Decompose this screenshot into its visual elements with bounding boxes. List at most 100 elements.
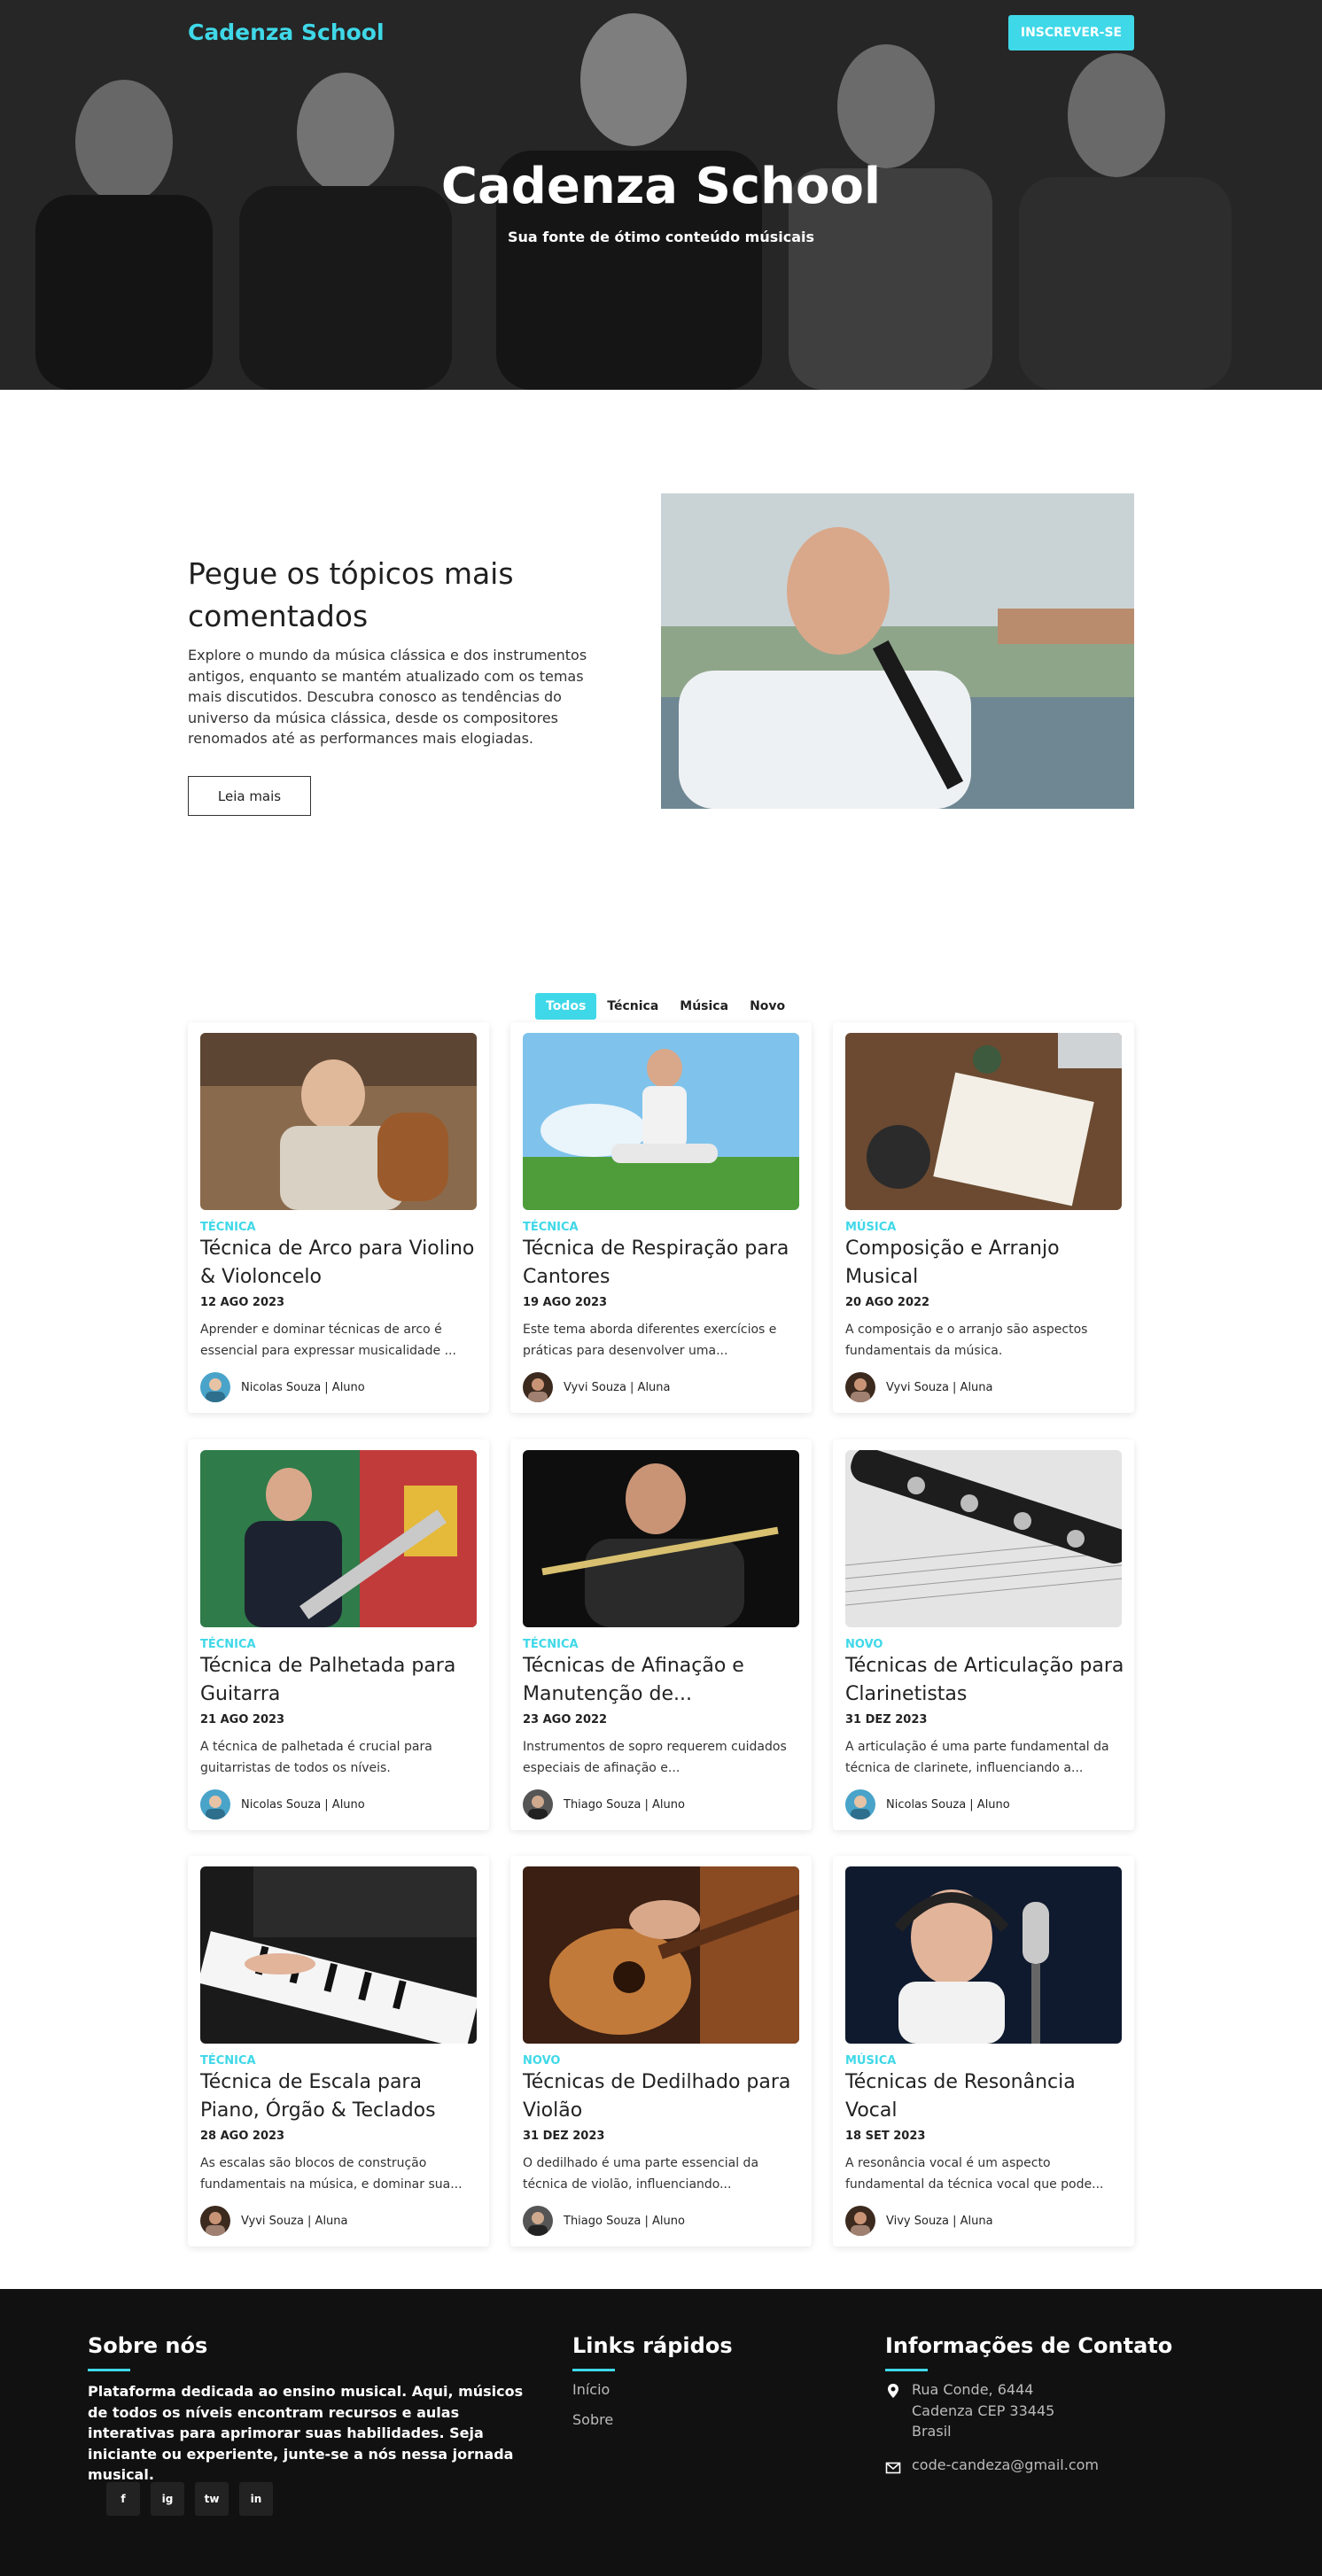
card-date: 31 DEZ 2023 [845, 1713, 928, 1726]
article-card[interactable]: MÚSICA Técnicas de Resonância Vocal 18 S… [833, 1856, 1134, 2246]
card-author: Nicolas Souza | Aluno [200, 1789, 365, 1819]
card-description: O dedilhado é uma parte essencial da téc… [523, 2156, 759, 2192]
card-title[interactable]: Técnicas de Dedilhado para Violão [523, 2068, 803, 2125]
card-category: NOVO [523, 2054, 561, 2068]
card-category: TÉCNICA [200, 1221, 256, 1234]
author-name: Vivy Souza | Aluna [886, 2214, 993, 2228]
card-title[interactable]: Técnicas de Afinação e Manutenção de... [523, 1652, 803, 1709]
article-card[interactable]: MÚSICA Composição e Arranjo Musical 20 A… [833, 1022, 1134, 1413]
flute-photo [523, 1450, 799, 1627]
author-name: Thiago Souza | Aluno [564, 2214, 685, 2228]
clarinet-player-photo [661, 493, 1134, 809]
composition-photo [845, 1033, 1122, 1210]
card-author: Vyvi Souza | Aluna [200, 2206, 348, 2236]
signup-button[interactable]: INSCREVER-SE [1008, 15, 1134, 50]
linkedin-icon[interactable]: in [239, 2482, 273, 2516]
clarinet-photo [845, 1450, 1122, 1627]
avatar [845, 1789, 875, 1819]
author-name: Vyvi Souza | Aluna [886, 1380, 993, 1394]
card-category: NOVO [845, 1638, 883, 1651]
social-links: f ig tw in [106, 2482, 273, 2516]
footer-divider [885, 2369, 928, 2371]
footer-address: Rua Conde, 6444 Cadenza CEP 33445 Brasil [912, 2379, 1054, 2442]
author-name: Nicolas Souza | Aluno [241, 1797, 365, 1812]
author-name: Nicolas Souza | Aluno [241, 1380, 365, 1394]
avatar [523, 2206, 553, 2236]
card-description: Este tema aborda diferentes exercícios e… [523, 1323, 777, 1358]
card-title[interactable]: Técnica de Escala para Piano, Órgão & Te… [200, 2068, 480, 2125]
card-description: As escalas são blocos de construção fund… [200, 2156, 463, 2192]
card-title[interactable]: Técnicas de Articulação para Clarinetist… [845, 1652, 1125, 1709]
facebook-icon[interactable]: f [106, 2482, 140, 2516]
card-title[interactable]: Composição e Arranjo Musical [845, 1235, 1125, 1292]
piano-photo [200, 1866, 477, 2044]
category-filters: Todos Técnica Música Novo [535, 993, 796, 1020]
card-title[interactable]: Técnica de Palhetada para Guitarra [200, 1652, 480, 1709]
card-date: 21 AGO 2023 [200, 1713, 285, 1726]
card-date: 19 AGO 2023 [523, 1296, 608, 1309]
footer-email[interactable]: code-candeza@gmail.com [912, 2456, 1099, 2473]
footer-about-title: Sobre nós [88, 2333, 208, 2358]
filter-tecnica[interactable]: Técnica [596, 993, 669, 1020]
hero-title: Cadenza School [440, 158, 882, 215]
author-name: Thiago Souza | Aluno [564, 1797, 685, 1812]
article-card[interactable]: NOVO Técnicas de Dedilhado para Violão 3… [510, 1856, 812, 2246]
feature-text: Explore o mundo da música clássica e dos… [188, 647, 587, 747]
card-title[interactable]: Técnica de Arco para Violino & Violoncel… [200, 1235, 480, 1292]
twitter-icon[interactable]: tw [195, 2482, 229, 2516]
footer: Sobre nós Plataforma dedicada ao ensino … [0, 2289, 1322, 2576]
filter-todos[interactable]: Todos [535, 993, 597, 1020]
card-date: 18 SET 2023 [845, 2130, 926, 2143]
address-line: Rua Conde, 6444 [912, 2381, 1034, 2398]
footer-link-inicio[interactable]: Início [572, 2381, 610, 2398]
article-card[interactable]: TÉCNICA Técnica de Palhetada para Guitar… [188, 1439, 489, 1830]
card-author: Vivy Souza | Aluna [845, 2206, 993, 2236]
singer-photo [845, 1866, 1122, 2044]
footer-links-title: Links rápidos [572, 2333, 733, 2358]
location-pin-icon [888, 2384, 898, 2398]
card-author: Vyvi Souza | Aluna [523, 1372, 671, 1402]
acoustic-guitar-photo [523, 1866, 799, 2044]
brand-logo[interactable]: Cadenza School [188, 19, 385, 45]
meditation-photo [523, 1033, 799, 1210]
card-description: Instrumentos de sopro requerem cuidados … [523, 1740, 787, 1775]
article-card[interactable]: TÉCNICA Técnica de Escala para Piano, Ór… [188, 1856, 489, 2246]
card-author: Nicolas Souza | Aluno [845, 1789, 1010, 1819]
author-name: Vyvi Souza | Aluna [241, 2214, 348, 2228]
avatar [523, 1789, 553, 1819]
card-description: A resonância vocal é um aspecto fundamen… [845, 2156, 1104, 2192]
read-more-button[interactable]: Leia mais [188, 776, 311, 816]
filter-musica[interactable]: Música [669, 993, 739, 1020]
card-description: A articulação é uma parte fundamental da… [845, 1740, 1109, 1775]
filter-novo[interactable]: Novo [739, 993, 796, 1020]
avatar [200, 1789, 230, 1819]
card-description: Aprender e dominar técnicas de arco é es… [200, 1323, 456, 1358]
footer-link-sobre[interactable]: Sobre [572, 2411, 613, 2428]
card-title[interactable]: Técnicas de Resonância Vocal [845, 2068, 1125, 2125]
card-author: Nicolas Souza | Aluno [200, 1372, 365, 1402]
card-author: Thiago Souza | Aluno [523, 2206, 685, 2236]
author-name: Nicolas Souza | Aluno [886, 1797, 1010, 1812]
avatar [523, 1372, 553, 1402]
card-category: TÉCNICA [523, 1638, 579, 1651]
avatar [845, 2206, 875, 2236]
article-card[interactable]: TÉCNICA Técnica de Respiração para Canto… [510, 1022, 812, 1413]
violin-photo [200, 1033, 477, 1210]
instagram-icon[interactable]: ig [151, 2482, 184, 2516]
article-card[interactable]: TÉCNICA Técnicas de Afinação e Manutençã… [510, 1439, 812, 1830]
avatar [200, 2206, 230, 2236]
card-title[interactable]: Técnica de Respiração para Cantores [523, 1235, 803, 1292]
mail-icon [885, 2462, 901, 2474]
card-date: 28 AGO 2023 [200, 2130, 285, 2143]
feature-title: Pegue os tópicos mais comentados [188, 556, 514, 633]
footer-divider [572, 2369, 615, 2371]
card-author: Thiago Souza | Aluno [523, 1789, 685, 1819]
article-card[interactable]: NOVO Técnicas de Articulação para Clarin… [833, 1439, 1134, 1830]
footer-contact-title: Informações de Contato [885, 2333, 1173, 2358]
card-description: A composição e o arranjo são aspectos fu… [845, 1323, 1088, 1358]
card-category: TÉCNICA [200, 1638, 256, 1651]
card-date: 20 AGO 2022 [845, 1296, 930, 1309]
hero-banner: Cadenza School INSCREVER-SE Cadenza Scho… [0, 0, 1322, 390]
card-category: MÚSICA [845, 2054, 897, 2068]
article-card[interactable]: TÉCNICA Técnica de Arco para Violino & V… [188, 1022, 489, 1413]
